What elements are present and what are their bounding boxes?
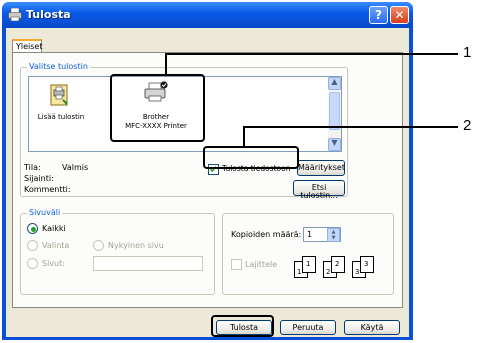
collate-page-number: 3	[364, 260, 369, 268]
collate-page: 2	[331, 256, 345, 273]
page-range-title: Sivuväli	[27, 208, 63, 217]
help-icon: ?	[375, 8, 382, 22]
title-bar[interactable]: Tulosta ? ✕	[2, 2, 413, 28]
chevron-down-icon: ▼	[331, 138, 338, 147]
pages-input[interactable]	[93, 256, 203, 271]
tab-general[interactable]: Yleiset	[12, 39, 42, 53]
tab-general-label: Yleiset	[16, 42, 43, 51]
select-printer-title: Valitse tulostin	[27, 62, 90, 71]
selection-label: Valinta	[42, 241, 70, 250]
callout-box-print-button	[211, 315, 274, 337]
status-value: Valmis	[62, 163, 89, 172]
chevron-up-icon: ▲	[331, 77, 338, 86]
cancel-button[interactable]: Peruuta	[280, 320, 336, 335]
close-button[interactable]: ✕	[390, 6, 409, 24]
cancel-button-label: Peruuta	[292, 323, 324, 332]
status-label: Tila:	[24, 163, 41, 172]
add-printer-icon[interactable]	[49, 83, 71, 107]
add-printer-label: Lisää tulostin	[37, 113, 85, 121]
find-printer-button-label: Etsi tulostin...	[300, 183, 338, 200]
pages-radio[interactable]	[27, 258, 38, 269]
apply-button[interactable]: Käytä	[344, 320, 400, 335]
preferences-button-label: Määritykset	[298, 163, 345, 172]
radio-selected-dot	[31, 227, 36, 232]
apply-button-label: Käytä	[360, 323, 384, 332]
collate-page-number: 2	[335, 260, 340, 268]
all-pages-radio[interactable]	[27, 223, 38, 234]
callout-number-1: 1	[463, 44, 472, 61]
close-icon: ✕	[394, 8, 405, 22]
location-label: Sijainti:	[24, 174, 54, 183]
callout-box-print-to-file	[203, 146, 299, 169]
copies-label: Kopioiden määrä:	[231, 230, 302, 239]
collate-label: Lajittele	[245, 260, 278, 269]
spin-down-icon: ▼	[331, 235, 336, 241]
collate-page-number: 1	[297, 268, 302, 276]
collate-illustration: 1 1 2 2 3 3	[294, 256, 384, 282]
callout-line-1	[165, 53, 458, 55]
scroll-down-button[interactable]: ▼	[328, 138, 341, 151]
window-title: Tulosta	[26, 8, 71, 21]
find-printer-button[interactable]: Etsi tulostin...	[293, 180, 345, 200]
current-page-label: Nykyinen sivu	[108, 241, 164, 250]
callout-box-printer	[110, 74, 205, 142]
scroll-thumb[interactable]	[329, 92, 340, 130]
collate-page-number: 1	[306, 260, 311, 268]
collate-page: 1	[302, 256, 316, 273]
all-pages-label: Kaikki	[42, 224, 66, 233]
callout-line-2	[243, 126, 458, 128]
printer-list-scrollbar[interactable]: ▲ ▼	[328, 77, 341, 151]
collate-page: 3	[360, 256, 374, 273]
general-tab-panel: Valitse tulostin Lisää tulostin Brother …	[12, 52, 403, 308]
collate-page-number: 2	[326, 268, 331, 276]
callout-line-2-drop	[243, 126, 245, 147]
copies-group: Kopioiden määrä: 1 ▲ ▼ Lajittele 1 1 2 2…	[222, 213, 394, 295]
selection-radio[interactable]	[27, 240, 38, 251]
callout-number-2: 2	[463, 117, 472, 134]
scroll-up-button[interactable]: ▲	[328, 77, 341, 90]
callout-line-1-drop	[165, 53, 167, 75]
page-range-group: Sivuväli Kaikki Valinta Nykyinen sivu Si…	[20, 208, 215, 295]
comment-label: Kommentti:	[24, 185, 71, 194]
help-button[interactable]: ?	[369, 6, 388, 24]
current-page-radio[interactable]	[93, 240, 104, 251]
printer-app-icon	[8, 8, 22, 21]
pages-label: Sivut:	[42, 259, 65, 268]
copies-spinner[interactable]: ▲ ▼	[327, 228, 340, 242]
dialog-client-area: Yleiset Valitse tulostin Lisää tulostin	[6, 28, 409, 337]
collate-page-number: 3	[355, 268, 360, 276]
collate-checkbox[interactable]	[231, 259, 242, 270]
preferences-button[interactable]: Määritykset	[297, 160, 345, 176]
